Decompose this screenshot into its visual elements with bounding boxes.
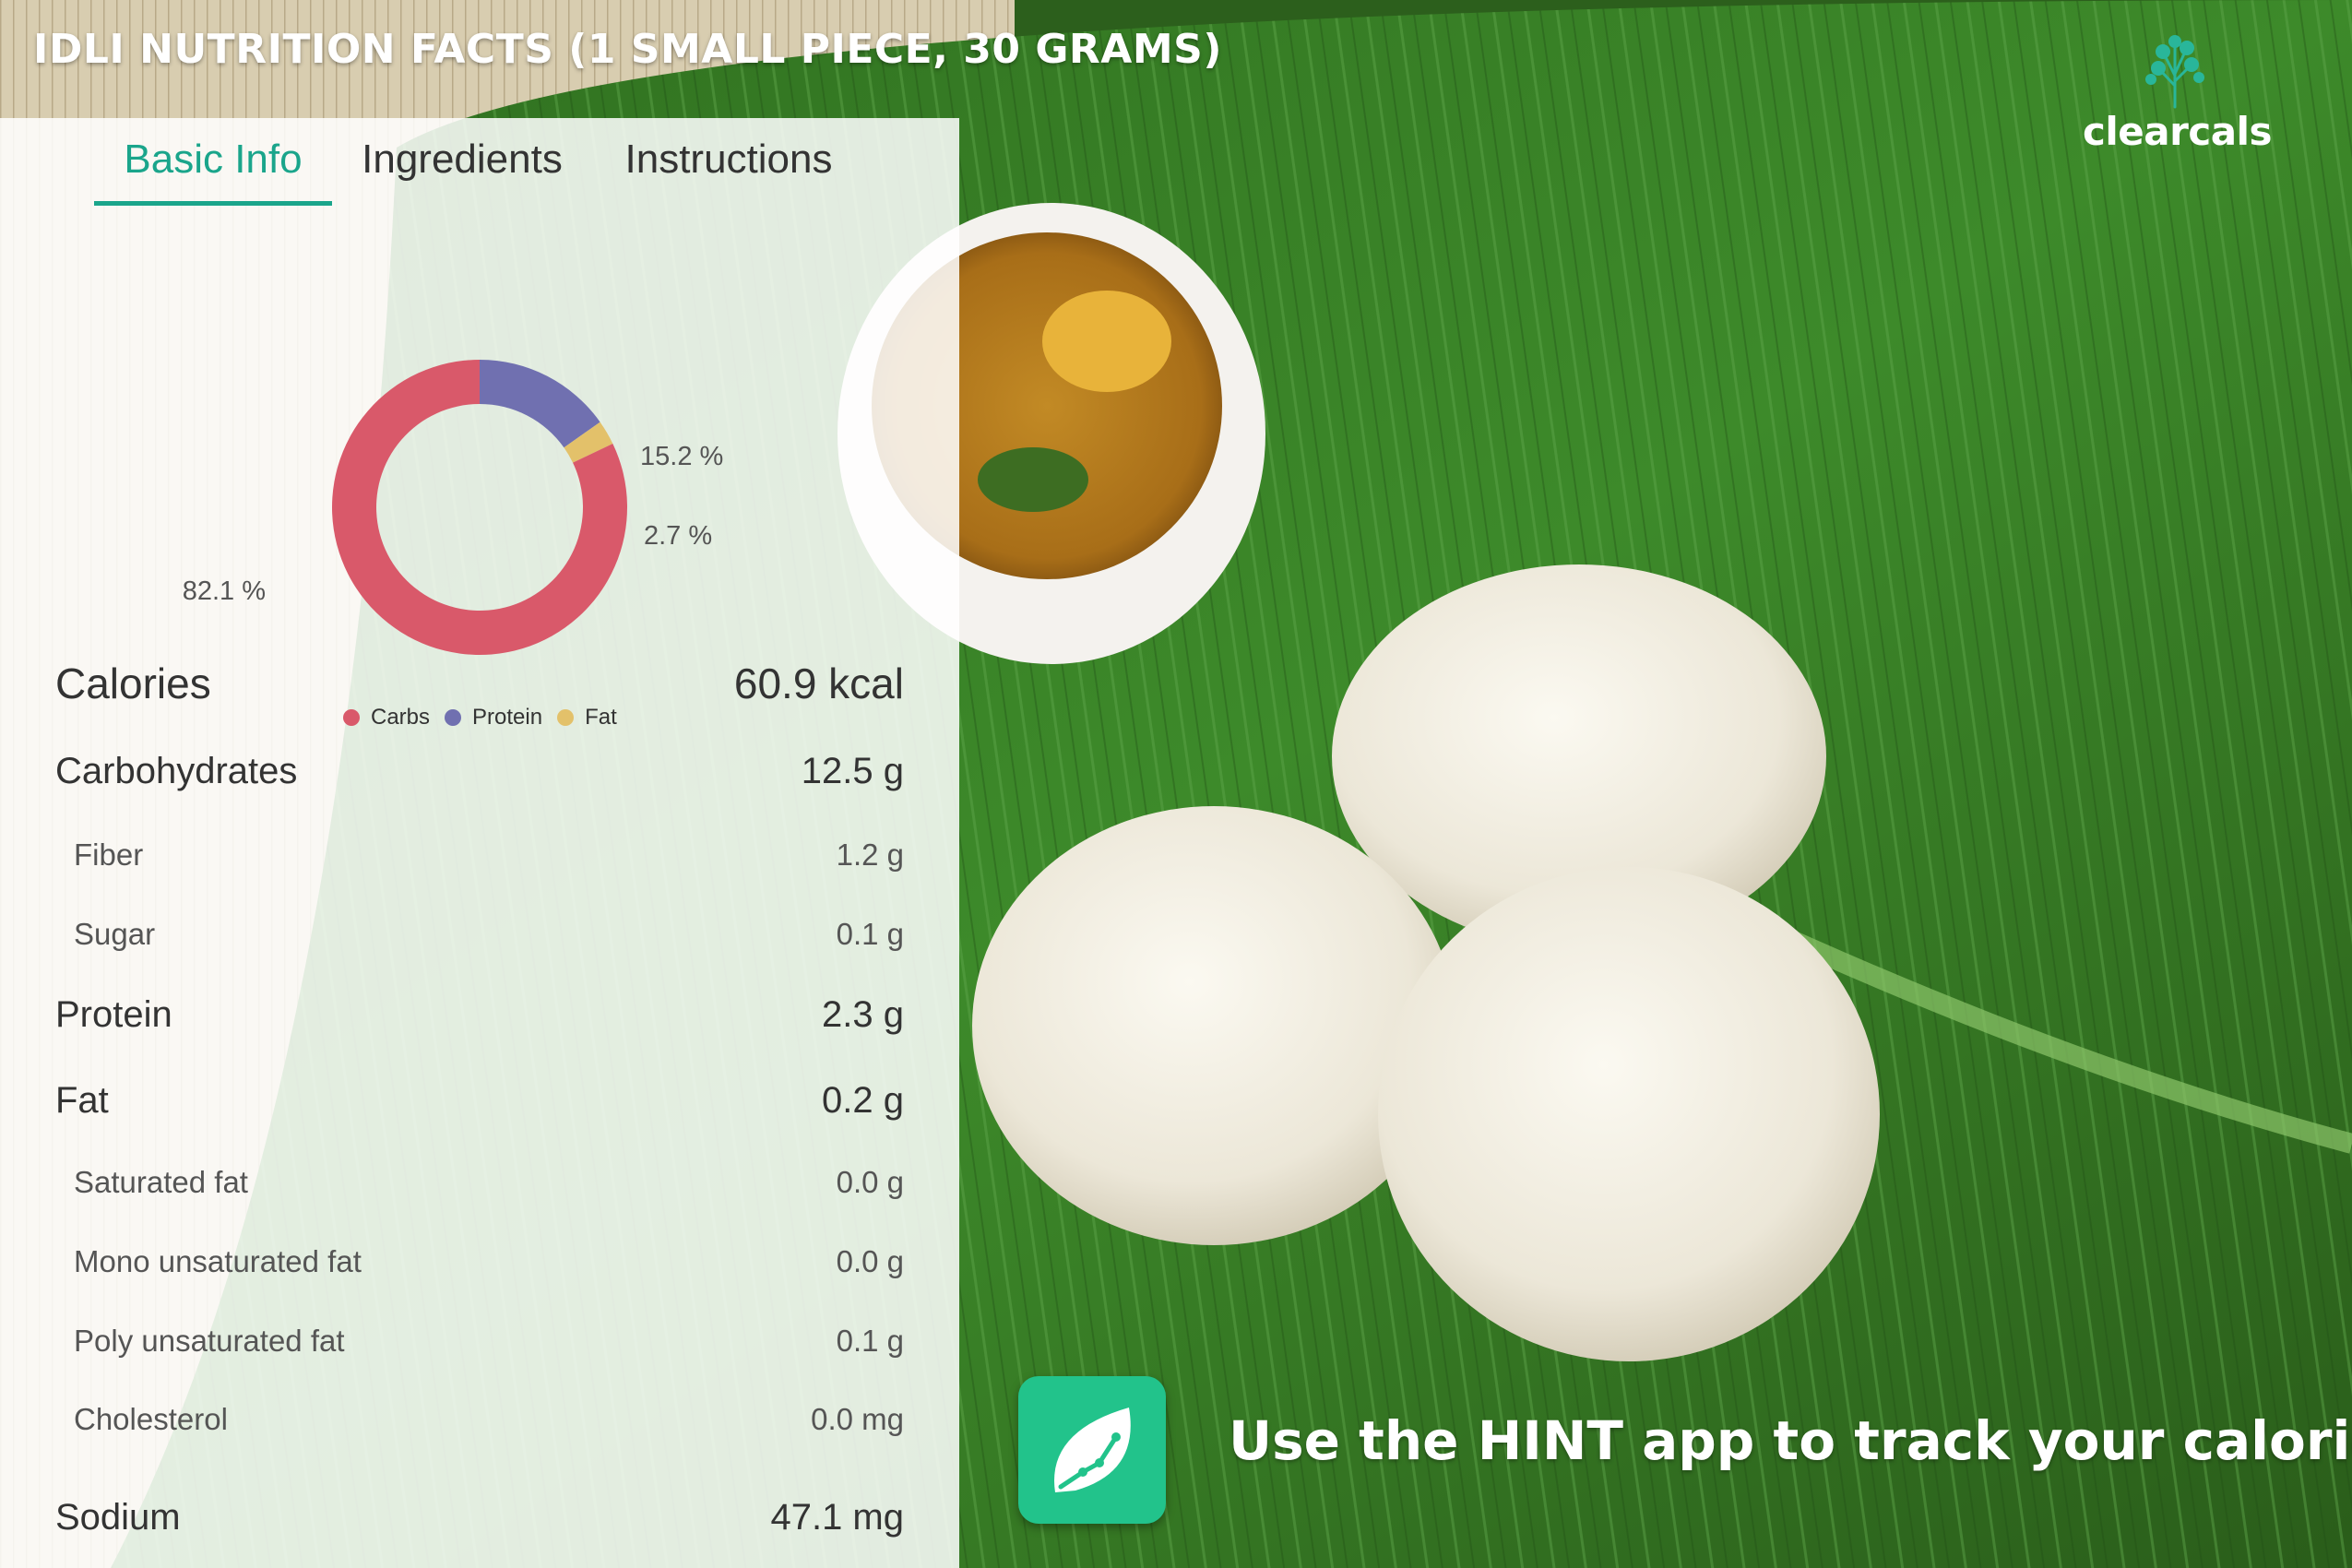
cholesterol-value: 0.0 mg [811,1402,904,1436]
cta-text: Use the HINT app to track your calories [1229,1409,2352,1472]
tree-logo-icon [2145,35,2204,109]
legend-label: Carbs [371,705,431,730]
legend-label: Fat [585,705,617,730]
calories-value: 60.9 kcal [733,659,904,707]
sodium-value: 47.1 mg [770,1497,904,1538]
tab-instructions[interactable]: Instructions [609,127,849,208]
fat-label: Fat [55,1080,109,1121]
tab-ingredients[interactable]: Ingredients [350,127,574,208]
fiber-value: 1.2 g [836,837,904,872]
slice-label-carbs: 82.1 % [183,576,266,606]
page-title: IDLI NUTRITION FACTS (1 SMALL PIECE, 30 … [33,26,1222,73]
calories-label: Calories [55,659,211,707]
sugar-value: 0.1 g [836,917,904,951]
legend-label: Protein [472,705,543,730]
legend-item-carbs[interactable]: Carbs [343,705,430,731]
cholesterol-label: Cholesterol [74,1402,228,1436]
chart-legend: Carbs Protein Fat [343,699,632,736]
sodium-label: Sodium [55,1497,181,1538]
hint-app-icon[interactable] [1018,1376,1166,1524]
legend-dot [557,709,575,726]
poly-fat-label: Poly unsaturated fat [74,1324,345,1358]
legend-dot [445,709,462,726]
legend-dot [343,709,360,726]
carbohydrates-label: Carbohydrates [55,751,298,791]
protein-label: Protein [55,994,172,1035]
saturated-fat-value: 0.0 g [836,1165,904,1199]
tab-bar: Basic Info Ingredients Instructions [0,118,959,210]
fat-value: 0.2 g [822,1080,904,1121]
slice-label-fat: 2.7 % [644,521,712,551]
mono-fat-value: 0.0 g [836,1244,904,1278]
hint-leaf-icon [1054,1408,1131,1492]
brand-logo: clearcals [2083,35,2272,154]
slice-label-protein: 15.2 % [640,442,723,471]
tab-basic-info[interactable]: Basic Info [94,127,332,208]
saturated-fat-label: Saturated fat [74,1165,248,1199]
legend-item-protein[interactable]: Protein [445,705,542,731]
mono-fat-label: Mono unsaturated fat [74,1244,362,1278]
protein-value: 2.3 g [822,994,904,1035]
legend-item-fat[interactable]: Fat [557,705,617,731]
fiber-label: Fiber [74,837,144,872]
poly-fat-value: 0.1 g [836,1324,904,1358]
donut-slice-protein [480,360,600,448]
brand-name: clearcals [2083,109,2272,154]
sugar-label: Sugar [74,917,156,951]
nutrition-panel: Basic Info Ingredients Instructions 82.1… [0,118,959,1568]
carbohydrates-value: 12.5 g [801,751,904,791]
active-tab-indicator [94,201,332,206]
